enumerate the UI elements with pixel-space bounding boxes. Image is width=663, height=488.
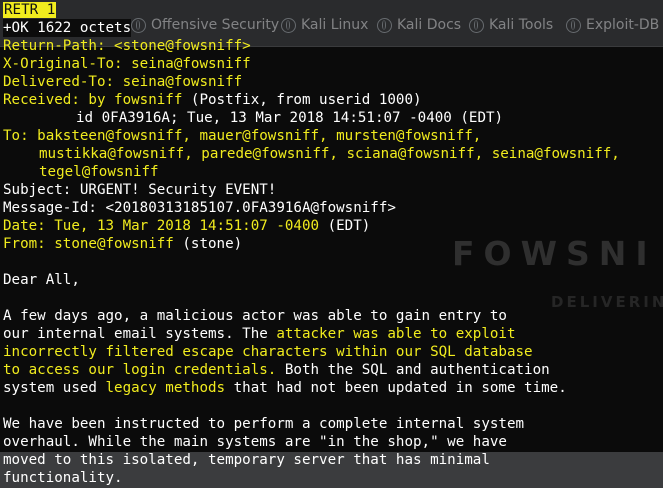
received-highlight: Received: by fowsniff bbox=[3, 92, 183, 108]
header-date: Date: Tue, 13 Mar 2018 14:51:07 -0400 (E… bbox=[3, 217, 370, 235]
body-highlight: attacker was able to exploit bbox=[276, 326, 516, 342]
date-highlight: Date: Tue, 13 Mar 2018 14:51:07 -0400 bbox=[3, 218, 320, 234]
body-text: our internal email systems. The bbox=[3, 326, 277, 342]
body-line: functionality. bbox=[3, 470, 123, 486]
header-message-id: Message-Id: <20180313185107.0FA3916A@fow… bbox=[3, 200, 396, 216]
body-text: that had not been updated in some time. bbox=[225, 380, 567, 396]
from-name: (stone) bbox=[173, 236, 243, 252]
body-line: system used legacy methods that had not … bbox=[3, 379, 567, 397]
header-from: From: stone@fowsniff (stone) bbox=[3, 235, 242, 253]
body-text: Both the SQL and authentication bbox=[276, 362, 550, 378]
date-tz: (EDT) bbox=[319, 218, 371, 234]
header-to-line2: mustikka@fowsniff, parede@fowsniff, scia… bbox=[39, 146, 620, 162]
header-return-path: Return-Path: <stone@fowsniff> bbox=[3, 38, 251, 54]
from-highlight: From: stone@fowsniff bbox=[3, 236, 174, 252]
header-received: Received: by fowsniff (Postfix, from use… bbox=[3, 91, 422, 109]
body-highlight: to access our login credentials. bbox=[3, 362, 277, 378]
header-received-line2: id 0FA3916A; Tue, 13 Mar 2018 14:51:07 -… bbox=[76, 110, 504, 126]
body-line: to access our login credentials. Both th… bbox=[3, 361, 550, 379]
body-line: overhaul. While the main systems are "in… bbox=[3, 434, 507, 450]
terminal-output[interactable]: RETR 1 +OK 1622 octets Return-Path: <sto… bbox=[0, 0, 663, 488]
body-line: A few days ago, a malicious actor was ab… bbox=[3, 308, 507, 324]
header-to-line3: tegel@fowsniff bbox=[39, 164, 159, 180]
terminal-command-line: RETR 1 bbox=[3, 1, 57, 19]
header-subject: Subject: URGENT! Security EVENT! bbox=[3, 182, 277, 198]
header-delivered-to: Delivered-To: seina@fowsniff bbox=[3, 74, 243, 90]
pop3-response: +OK 1622 octets bbox=[3, 19, 132, 37]
body-line: incorrectly filtered escape characters w… bbox=[3, 344, 533, 360]
body-highlight: legacy methods bbox=[105, 380, 226, 396]
header-to-line1: To: baksteen@fowsniff, mauer@fowsniff, m… bbox=[3, 128, 482, 144]
body-line: our internal email systems. The attacker… bbox=[3, 325, 516, 343]
body-greeting: Dear All, bbox=[3, 272, 80, 288]
body-line: We have been instructed to perform a com… bbox=[3, 416, 525, 432]
header-x-original-to: X-Original-To: seina@fowsniff bbox=[3, 56, 251, 72]
pop3-command: RETR 1 bbox=[3, 2, 57, 18]
received-detail: (Postfix, from userid 1000) bbox=[182, 92, 422, 108]
body-text: system used bbox=[3, 380, 106, 396]
body-line: moved to this isolated, temporary server… bbox=[3, 452, 490, 468]
